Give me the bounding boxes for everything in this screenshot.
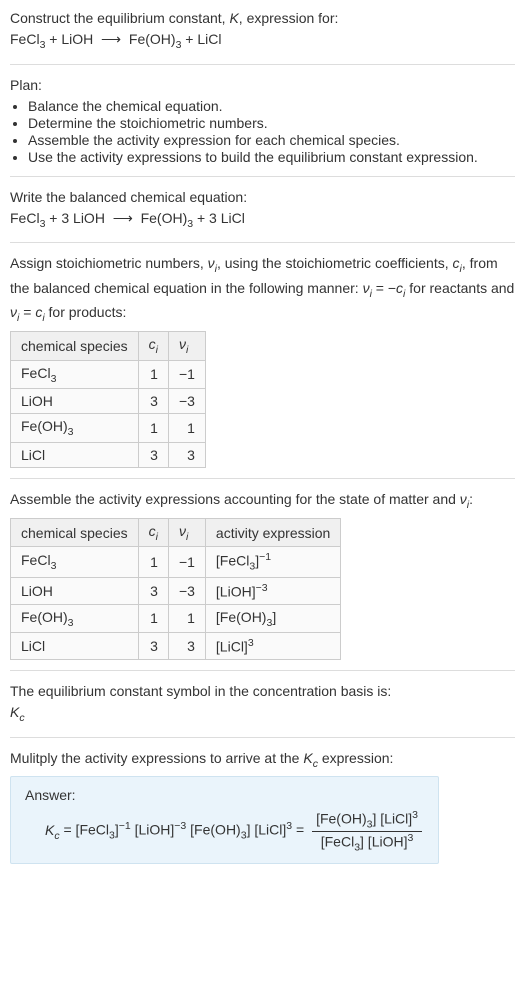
activity-table: chemical species ci νi activity expressi… [10,518,341,660]
kc-expression: Kc = [FeCl3]−1 [LiOH]−3 [Fe(OH)3] [LiCl]… [25,809,424,853]
cell-ci: 3 [138,443,168,468]
table-header-row: chemical species ci νi activity expressi… [11,518,341,547]
assign-table: chemical species ci νi FeCl3 1 −1 LiOH 3… [10,331,206,468]
plan-item: Use the activity expressions to build th… [28,149,515,165]
cell-ci: 1 [138,414,168,443]
cell-species: LiOH [11,389,139,414]
kc-denominator: [FeCl3] [LiOH]3 [312,832,422,853]
cell-activity: [FeCl3]−1 [205,547,340,577]
balanced-equation: FeCl3 + 3 LiOH ⟶ Fe(OH)3 + 3 LiCl [10,208,515,233]
cell-vi: 3 [168,443,205,468]
plan-section: Plan: Balance the chemical equation. Det… [10,75,515,177]
col-vi: νi [168,331,205,360]
activity-text: Assemble the activity expressions accoun… [10,489,515,514]
plan-item: Assemble the activity expression for eac… [28,132,515,148]
col-ci: ci [138,331,168,360]
col-vi: νi [168,518,205,547]
col-activity: activity expression [205,518,340,547]
balanced-heading: Write the balanced chemical equation: [10,187,515,208]
cell-ci: 3 [138,577,168,604]
plan-heading: Plan: [10,75,515,96]
cell-activity: [Fe(OH)3] [205,604,340,633]
cell-activity: [LiOH]−3 [205,577,340,604]
col-species: chemical species [11,331,139,360]
table-row: LiCl 3 3 [LiCl]3 [11,633,341,660]
symbol-section: The equilibrium constant symbol in the c… [10,681,515,738]
table-row: FeCl3 1 −1 [FeCl3]−1 [11,547,341,577]
kc-numerator: [Fe(OH)3] [LiCl]3 [312,809,422,831]
cell-species: FeCl3 [11,547,139,577]
cell-vi: −3 [168,577,205,604]
kc-lhs: Kc = [FeCl3]−1 [LiOH]−3 [Fe(OH)3] [LiCl]… [45,820,308,841]
cell-species: FeCl3 [11,360,139,389]
answer-label: Answer: [25,787,424,803]
cell-ci: 3 [138,633,168,660]
plan-list: Balance the chemical equation. Determine… [10,98,515,165]
intro-equation: FeCl3 + LiOH ⟶ Fe(OH)3 + LiCl [10,29,515,54]
cell-species: Fe(OH)3 [11,414,139,443]
assign-section: Assign stoichiometric numbers, νi, using… [10,253,515,479]
cell-ci: 1 [138,547,168,577]
symbol-value: Kc [10,702,515,727]
col-species: chemical species [11,518,139,547]
plan-item: Determine the stoichiometric numbers. [28,115,515,131]
table-row: LiOH 3 −3 [11,389,206,414]
cell-ci: 1 [138,604,168,633]
cell-vi: −3 [168,389,205,414]
cell-species: LiCl [11,443,139,468]
answer-box: Answer: Kc = [FeCl3]−1 [LiOH]−3 [Fe(OH)3… [10,776,439,864]
cell-ci: 3 [138,389,168,414]
assign-text: Assign stoichiometric numbers, νi, using… [10,253,515,327]
activity-section: Assemble the activity expressions accoun… [10,489,515,671]
col-ci: ci [138,518,168,547]
cell-vi: −1 [168,547,205,577]
multiply-section: Mulitply the activity expressions to arr… [10,748,515,874]
cell-vi: 1 [168,414,205,443]
balanced-section: Write the balanced chemical equation: Fe… [10,187,515,244]
table-header-row: chemical species ci νi [11,331,206,360]
symbol-text: The equilibrium constant symbol in the c… [10,681,515,702]
cell-species: Fe(OH)3 [11,604,139,633]
table-row: Fe(OH)3 1 1 [11,414,206,443]
cell-vi: −1 [168,360,205,389]
table-row: Fe(OH)3 1 1 [Fe(OH)3] [11,604,341,633]
table-row: LiCl 3 3 [11,443,206,468]
kc-fraction: [Fe(OH)3] [LiCl]3 [FeCl3] [LiOH]3 [312,809,422,853]
intro-prompt: Construct the equilibrium constant, K, e… [10,8,515,29]
cell-vi: 3 [168,633,205,660]
cell-species: LiOH [11,577,139,604]
table-row: FeCl3 1 −1 [11,360,206,389]
plan-item: Balance the chemical equation. [28,98,515,114]
multiply-text: Mulitply the activity expressions to arr… [10,748,515,773]
intro-section: Construct the equilibrium constant, K, e… [10,8,515,65]
cell-ci: 1 [138,360,168,389]
cell-vi: 1 [168,604,205,633]
table-row: LiOH 3 −3 [LiOH]−3 [11,577,341,604]
cell-activity: [LiCl]3 [205,633,340,660]
cell-species: LiCl [11,633,139,660]
